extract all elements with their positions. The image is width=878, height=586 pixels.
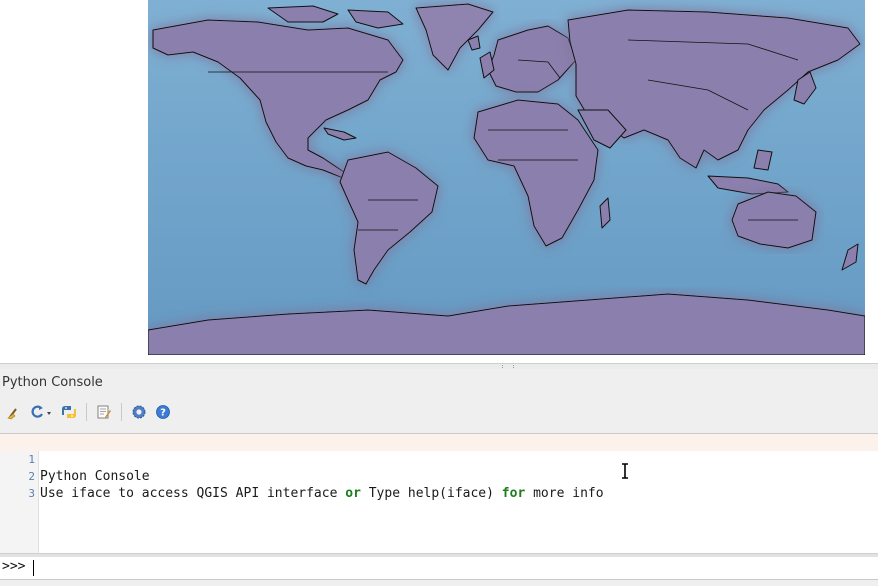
python-console-panel: Python Console ? 1 Python Console 2 Use … [0,369,878,586]
ibeam-cursor-icon [622,463,628,479]
map-canvas-area[interactable] [0,0,878,363]
broom-icon [7,408,17,420]
help-button[interactable]: ? [152,401,174,423]
toolbar-separator [86,403,87,421]
toolbar-separator [121,403,122,421]
editor-icon [97,405,111,419]
text-caret [33,560,34,576]
console-input[interactable]: >>> [0,557,878,580]
splitter-grip[interactable] [502,365,514,368]
help-icon: ? [156,405,170,419]
console-line: 2 Use iface to access QGIS API interface… [0,451,878,501]
world-map[interactable] [148,0,865,355]
console-toolbar: ? [4,401,176,423]
python-icon [62,406,76,418]
import-class-button[interactable] [28,401,56,423]
console-line: 3 [0,468,878,500]
show-editor-button[interactable] [93,401,115,423]
line-text: Use iface to access QGIS API interface o… [40,486,604,501]
console-line: 1 Python Console [0,434,878,484]
run-command-button[interactable] [58,401,80,423]
svg-text:?: ? [160,408,166,419]
gear-icon [132,405,146,419]
refresh-dropdown-icon [31,405,51,418]
line-number: 3 [28,487,35,500]
settings-button[interactable] [128,401,150,423]
console-title: Python Console [2,375,103,390]
console-prompt: >>> [2,559,26,574]
clear-console-button[interactable] [4,401,26,423]
console-output[interactable]: 1 Python Console 2 Use iface to access Q… [0,433,878,554]
